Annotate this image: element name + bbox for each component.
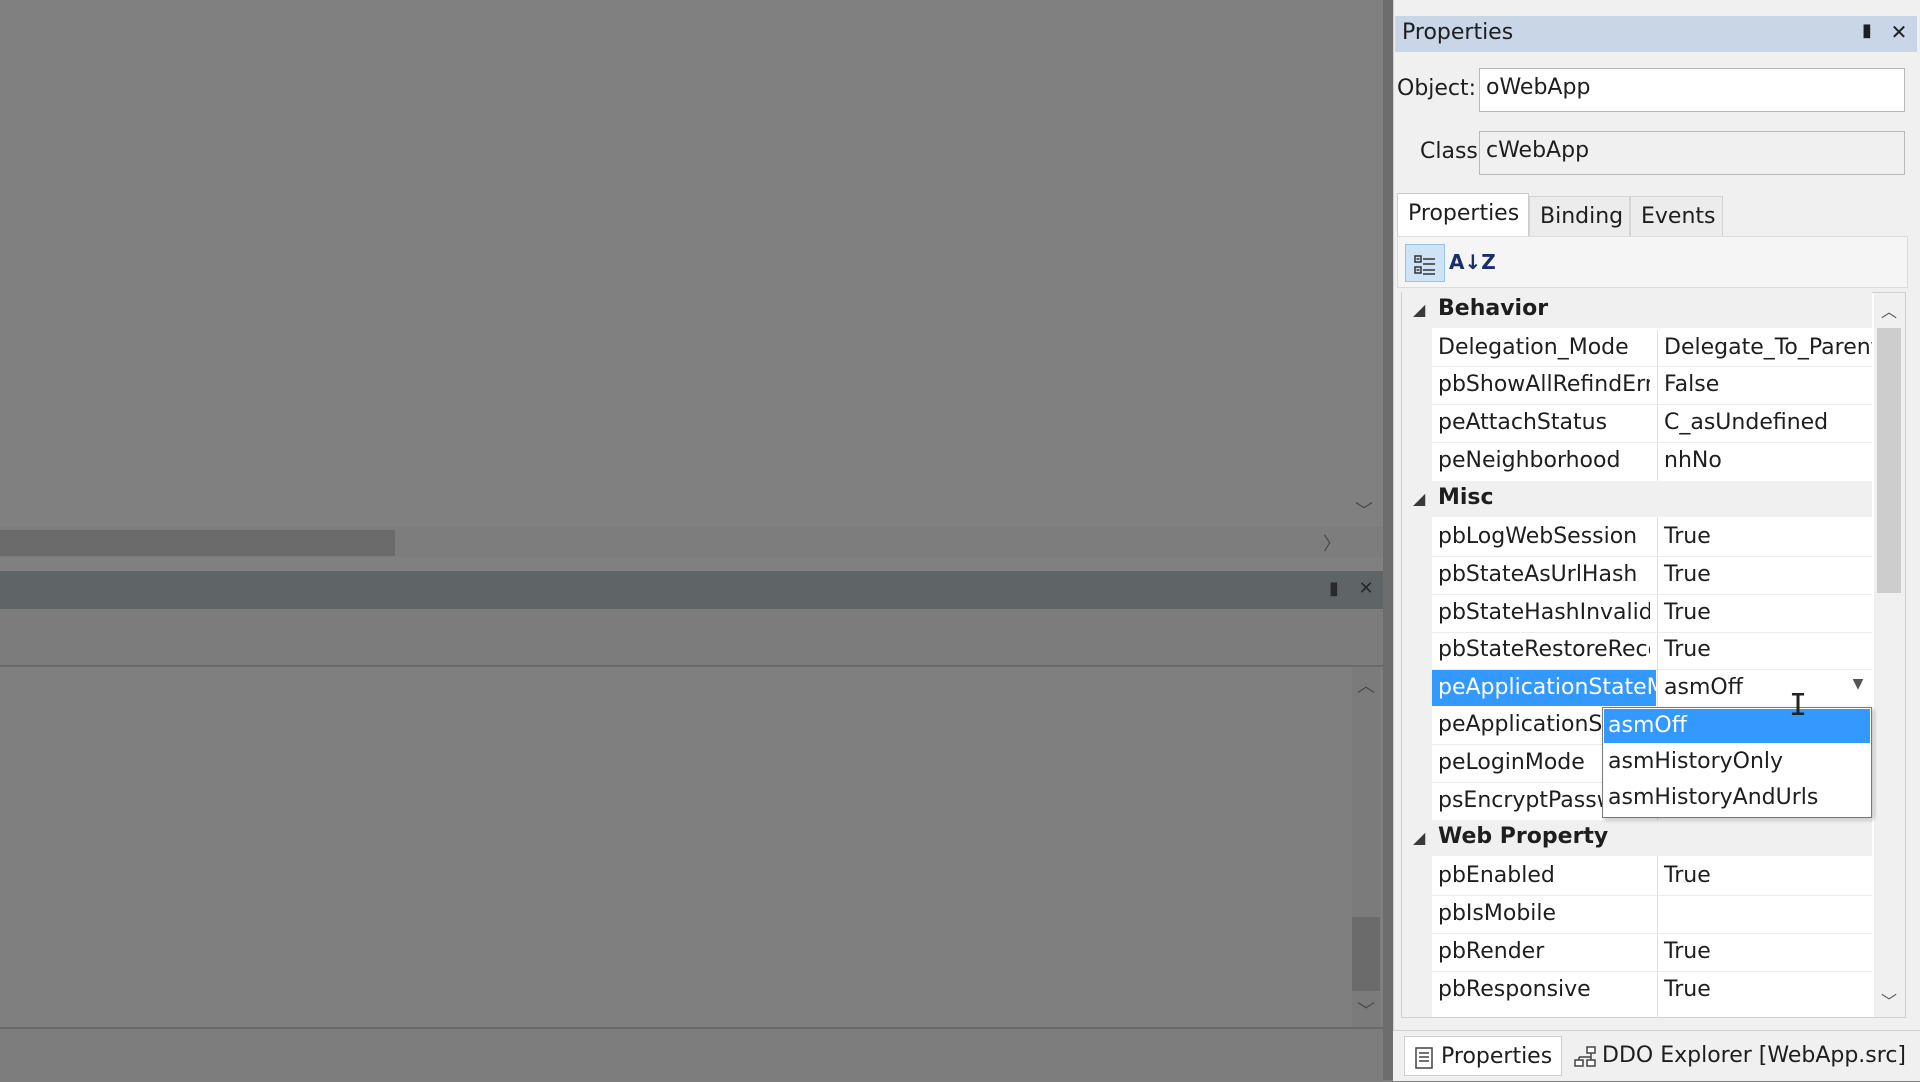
dropdown-option-asmhistoryandurls[interactable]: asmHistoryAndUrls: [1604, 781, 1870, 815]
output-scroll-up-icon[interactable]: ︿: [1354, 672, 1378, 697]
categorized-icon[interactable]: [1405, 244, 1445, 282]
property-value[interactable]: True: [1658, 934, 1872, 970]
property-name[interactable]: peLoginMode: [1432, 745, 1602, 781]
bottom-tab-properties[interactable]: Properties: [1404, 1036, 1562, 1076]
expanded-arrow-icon[interactable]: ◢: [1413, 489, 1425, 508]
tab-binding[interactable]: Binding: [1529, 196, 1630, 236]
output-panel-header: [0, 571, 1383, 609]
tab-events[interactable]: Events: [1630, 196, 1723, 236]
ddo-tree-icon-graphic: [1574, 1046, 1596, 1067]
property-name[interactable]: pbEnabled: [1432, 858, 1650, 894]
property-name[interactable]: peAttachStatus: [1432, 405, 1650, 441]
property-value[interactable]: False: [1658, 367, 1872, 403]
properties-list-icon: [1411, 1038, 1437, 1078]
object-field[interactable]: oWebApp: [1479, 68, 1905, 112]
property-value-editor[interactable]: asmOff: [1658, 670, 1846, 706]
bottom-tab-ddo-explorer[interactable]: DDO Explorer [WebApp.src]: [1568, 1036, 1912, 1076]
property-name[interactable]: pbStateRestoreRecor: [1432, 632, 1650, 668]
editor-scroll-right-icon[interactable]: 〉: [1320, 530, 1344, 555]
categorized-icon-graphic: [1414, 254, 1435, 275]
grid-scroll-thumb[interactable]: [1877, 328, 1901, 593]
editor-area: [0, 0, 1383, 527]
grid-scroll-down-icon[interactable]: ﹀: [1876, 988, 1902, 1014]
property-name[interactable]: pbStateHashInvalidE: [1432, 595, 1650, 631]
text-cursor-icon: I: [1789, 688, 1808, 723]
category-label: Web Property: [1438, 824, 1609, 849]
property-name[interactable]: Delegation_Mode: [1432, 330, 1650, 366]
property-name[interactable]: pbIsMobile: [1432, 896, 1650, 932]
sort-az-icon[interactable]: A↓Z: [1449, 244, 1496, 282]
bottom-tab-label: Properties: [1441, 1044, 1553, 1069]
output-scroll-thumb[interactable]: [1352, 917, 1380, 991]
panel-splitter[interactable]: [1383, 0, 1393, 1080]
panel-title: Properties: [1402, 20, 1514, 45]
status-strip: [0, 1027, 1383, 1082]
class-label: Class: [1420, 139, 1478, 164]
property-value[interactable]: True: [1658, 557, 1872, 593]
dropdown-option-asmoff[interactable]: asmOff: [1604, 709, 1870, 743]
property-value[interactable]: True: [1658, 595, 1872, 631]
property-value[interactable]: True: [1658, 519, 1872, 555]
output-panel-toolbar: [0, 609, 1383, 667]
property-value[interactable]: C_asUndefined: [1658, 405, 1872, 441]
property-name[interactable]: psEncryptPassw: [1432, 783, 1602, 819]
object-label: Object:: [1397, 76, 1477, 101]
category-label: Behavior: [1438, 296, 1549, 321]
property-name[interactable]: pbResponsive: [1432, 972, 1650, 1008]
property-name-selected[interactable]: peApplicationStateM: [1432, 670, 1656, 706]
dropdown-option-asmhistoryonly[interactable]: asmHistoryOnly: [1604, 745, 1870, 779]
property-value[interactable]: True: [1658, 632, 1872, 668]
pin-icon[interactable]: ▮: [1854, 20, 1880, 46]
class-field: cWebApp: [1479, 131, 1905, 175]
property-name[interactable]: pbLogWebSession: [1432, 519, 1650, 555]
editor-horizontal-scroll-thumb[interactable]: [0, 530, 395, 556]
output-panel-body: [0, 667, 1383, 1027]
property-value[interactable]: True: [1658, 972, 1872, 1008]
property-name[interactable]: pbRender: [1432, 934, 1650, 970]
property-name[interactable]: pbShowAllRefindErrc: [1432, 367, 1650, 403]
category-label: Misc: [1438, 485, 1494, 510]
property-value[interactable]: nhNo: [1658, 443, 1872, 479]
output-scroll-down-icon[interactable]: ﹀: [1354, 997, 1378, 1022]
expanded-arrow-icon[interactable]: ◢: [1413, 828, 1425, 847]
editor-scroll-down-icon[interactable]: ﹀: [1352, 497, 1376, 522]
properties-list-icon-graphic: [1415, 1047, 1433, 1069]
bottom-tab-label: DDO Explorer [WebApp.src]: [1602, 1043, 1907, 1068]
property-value[interactable]: [1658, 896, 1872, 932]
expanded-arrow-icon[interactable]: ◢: [1413, 300, 1425, 319]
property-grid-gutter: [1402, 293, 1432, 1017]
property-value[interactable]: True: [1658, 858, 1872, 894]
tab-properties[interactable]: Properties: [1397, 193, 1529, 236]
property-name[interactable]: peNeighborhood: [1432, 443, 1650, 479]
output-panel-pin-icon[interactable]: ▮: [1322, 578, 1346, 602]
output-panel-close-icon[interactable]: ✕: [1354, 578, 1378, 602]
close-icon[interactable]: ✕: [1886, 20, 1912, 46]
property-value[interactable]: Delegate_To_Parent: [1658, 330, 1872, 366]
grid-scroll-up-icon[interactable]: ︿: [1876, 298, 1902, 324]
ddo-tree-icon: [1572, 1037, 1598, 1077]
property-name[interactable]: peApplicationSt: [1432, 707, 1602, 743]
property-name[interactable]: pbStateAsUrlHash: [1432, 557, 1650, 593]
dropdown-arrow-icon[interactable]: ▼: [1848, 676, 1868, 696]
